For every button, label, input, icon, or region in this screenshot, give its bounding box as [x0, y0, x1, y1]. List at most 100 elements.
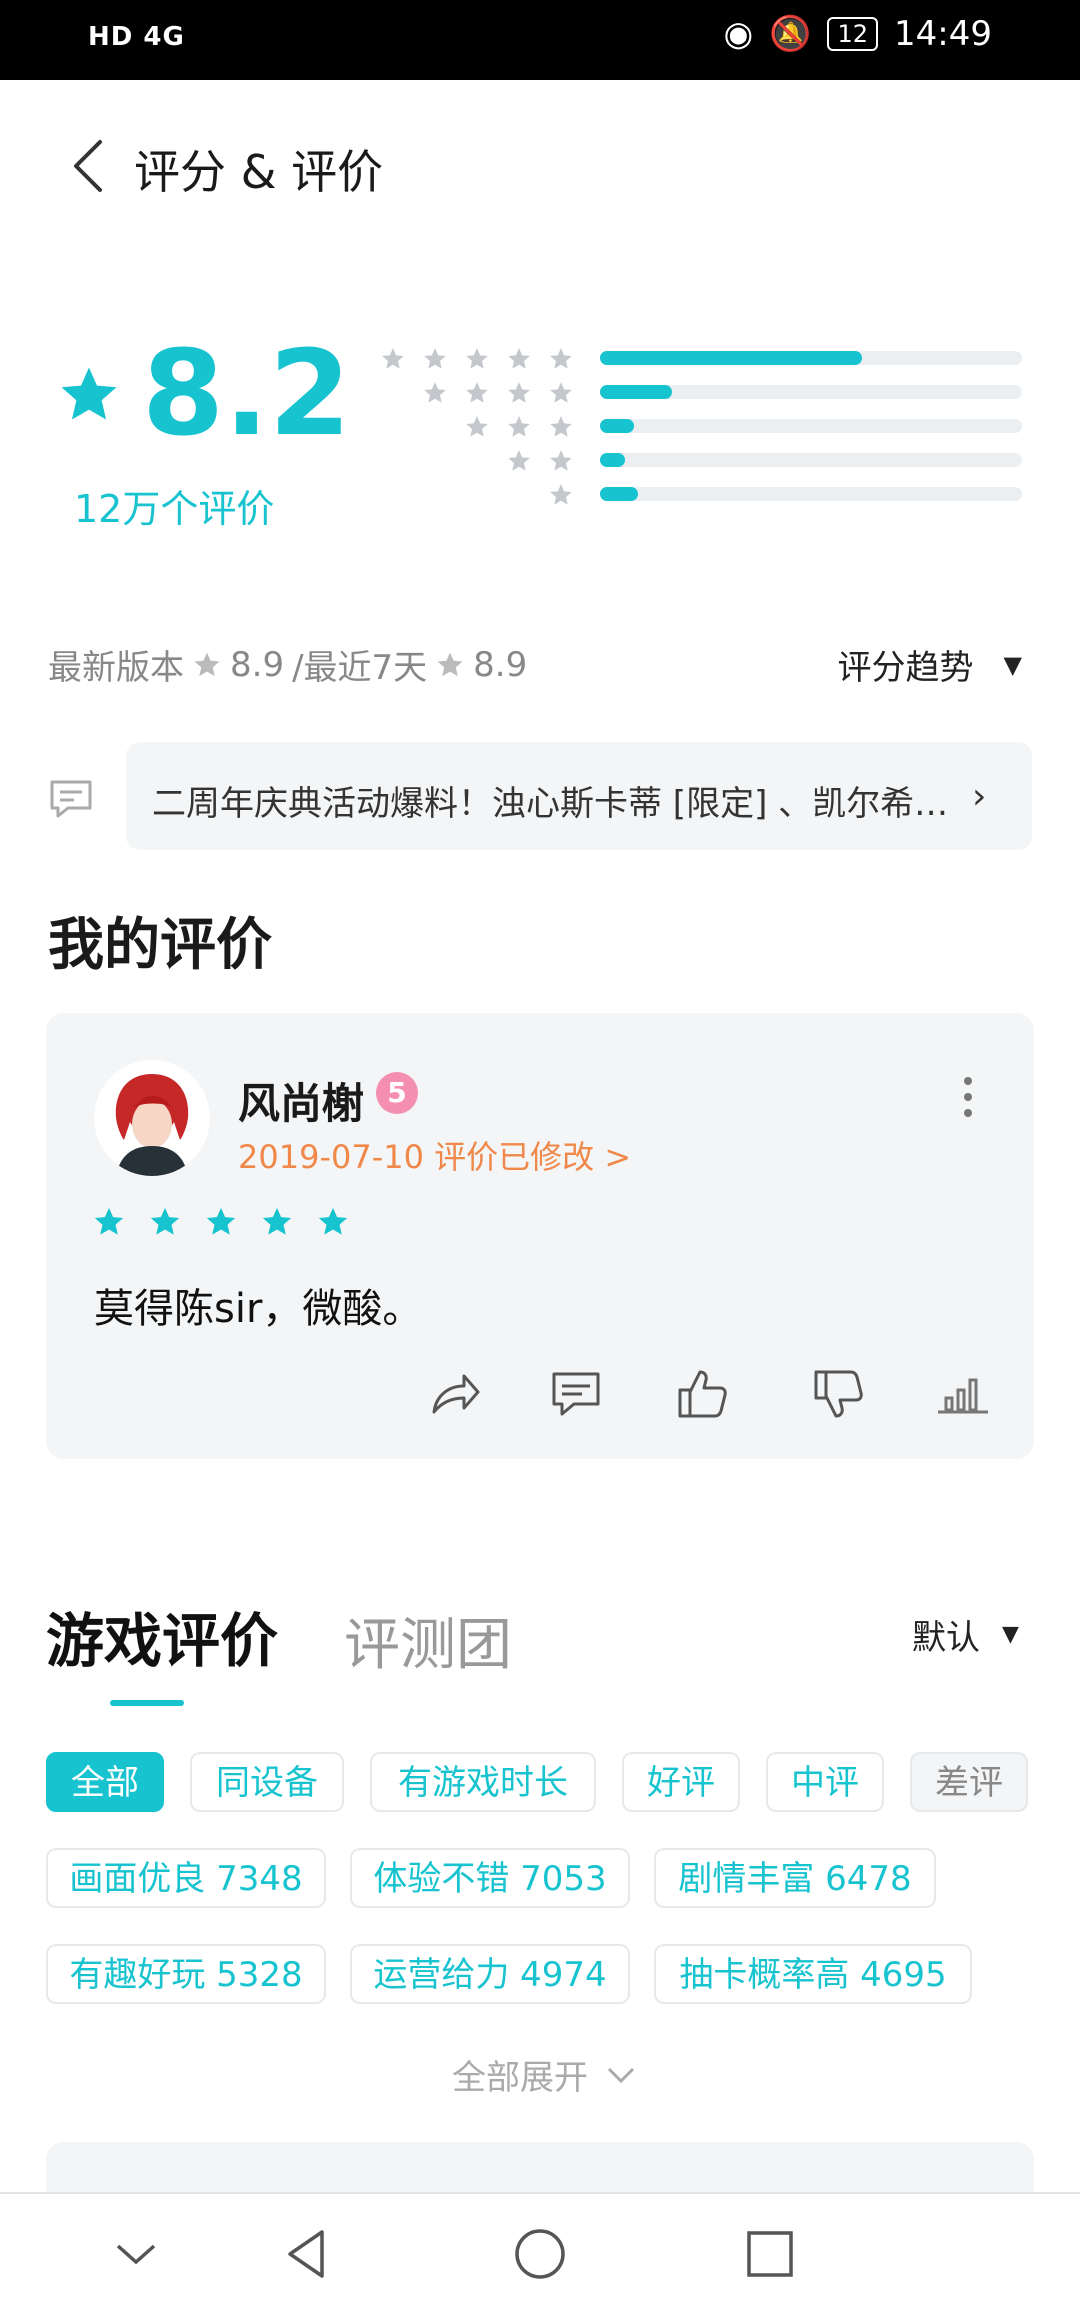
recent-label: /最近7天 — [292, 648, 428, 688]
review-content: 莫得陈sir，微酸。 — [94, 1286, 423, 1332]
star-icon — [382, 348, 404, 369]
star-icon — [466, 416, 488, 437]
star-icon — [318, 1207, 348, 1235]
filter-chip[interactable]: 同设备 — [190, 1752, 344, 1812]
distribution-bar — [600, 385, 1022, 399]
tag-chip[interactable]: 体验不错 7053 — [350, 1848, 630, 1908]
nav-back-icon[interactable] — [280, 2226, 336, 2282]
star-icon — [150, 1207, 180, 1235]
star-icon — [262, 1207, 292, 1235]
status-right: ◉ 🔕 12 14:49 — [723, 14, 992, 54]
rating-distribution-row — [382, 414, 1022, 438]
star-icon — [194, 652, 220, 676]
dropdown-triangle-icon: ▼ — [1003, 650, 1022, 679]
level-badge: 5 — [376, 1072, 418, 1114]
star-icon — [550, 348, 572, 369]
latest-version-score: 8.9 — [230, 644, 285, 685]
distribution-bar — [600, 351, 1022, 365]
clock: 14:49 — [894, 14, 992, 54]
battery-indicator: 12 — [827, 17, 879, 51]
rating-count: 12万个评价 — [74, 487, 275, 531]
dropdown-triangle-icon: ▼ — [1002, 1622, 1019, 1647]
chevron-down-icon — [607, 2067, 635, 2083]
distribution-bar — [600, 419, 1022, 433]
tab-review-team[interactable]: 评测团 — [344, 1600, 512, 1681]
distribution-bar-fill — [600, 453, 626, 467]
comment-icon[interactable] — [546, 1364, 606, 1424]
rating-trend-button[interactable]: 评分趋势 ▼ — [838, 640, 1022, 689]
star-icon — [61, 367, 117, 420]
filter-chip[interactable]: 好评 — [622, 1752, 740, 1812]
star-icon — [466, 382, 488, 403]
tag-chip[interactable]: 有趣好玩 5328 — [46, 1944, 326, 2004]
username[interactable]: 风尚榭 — [238, 1070, 364, 1131]
page-title: 评分 & 评价 — [134, 145, 384, 199]
rating-score: 8.2 — [142, 324, 352, 462]
distribution-stars — [548, 482, 574, 508]
latest-version-label: 最新版本 — [48, 648, 184, 688]
more-vertical-icon[interactable] — [960, 1075, 976, 1119]
filter-chip[interactable]: 中评 — [766, 1752, 884, 1812]
mute-icon: 🔕 — [769, 14, 812, 54]
announcement-text: 二周年庆典活动爆料！浊心斯卡蒂 [限定] 、凯尔希… — [152, 784, 949, 824]
stats-icon[interactable] — [934, 1364, 994, 1424]
avatar[interactable] — [94, 1060, 210, 1176]
eye-icon: ◉ — [723, 14, 754, 54]
network-indicator: HD 4G — [88, 22, 185, 52]
star-icon — [508, 348, 530, 369]
distribution-stars — [422, 380, 574, 406]
star-icon — [550, 450, 572, 471]
rating-distribution-row — [382, 482, 1022, 506]
version-rating: 最新版本 8.9 /最近7天 8.9 — [48, 640, 527, 689]
star-icon — [550, 382, 572, 403]
star-icon — [424, 382, 446, 403]
thumbs-down-icon[interactable] — [808, 1364, 868, 1424]
sort-label: 默认 — [912, 1618, 980, 1658]
star-icon — [466, 348, 488, 369]
status-bar: HD 4G ◉ 🔕 12 14:49 — [0, 0, 1080, 80]
tag-chip[interactable]: 画面优良 7348 — [46, 1848, 326, 1908]
distribution-stars — [506, 448, 574, 474]
my-review-heading: 我的评价 — [48, 913, 272, 978]
sort-dropdown[interactable]: 默认 ▼ — [912, 1610, 1019, 1659]
tag-chip[interactable]: 抽卡概率高 4695 — [654, 1944, 972, 2004]
distribution-bar-fill — [600, 385, 672, 399]
tag-chip[interactable]: 运营给力 4974 — [350, 1944, 630, 2004]
distribution-bar-fill — [600, 351, 862, 365]
expand-all-button[interactable]: 全部展开 — [452, 2050, 636, 2099]
tag-chip[interactable]: 剧情丰富 6478 — [654, 1848, 936, 1908]
rating-distribution-row — [382, 448, 1022, 472]
thumbs-up-icon[interactable] — [672, 1364, 732, 1424]
filter-chip[interactable]: 差评 — [910, 1752, 1028, 1812]
star-icon — [508, 450, 530, 471]
my-review-stars — [92, 1205, 350, 1239]
expand-all-label: 全部展开 — [452, 2058, 588, 2098]
star-icon — [424, 348, 446, 369]
distribution-stars — [464, 414, 574, 440]
rating-distribution-row — [382, 380, 1022, 404]
distribution-bar-fill — [600, 487, 638, 501]
review-date[interactable]: 2019-07-10 评价已修改 > — [238, 1132, 631, 1178]
star-icon — [206, 1207, 236, 1235]
chevron-down-icon[interactable] — [108, 2226, 164, 2282]
tab-game-reviews[interactable]: 游戏评价 — [46, 1594, 278, 1678]
distribution-bar — [600, 487, 1022, 501]
star-icon — [508, 382, 530, 403]
nav-recents-icon[interactable] — [742, 2226, 798, 2282]
distribution-bar-fill — [600, 419, 634, 433]
filter-chip[interactable]: 有游戏时长 — [370, 1752, 596, 1812]
filter-chip[interactable]: 全部 — [46, 1752, 164, 1812]
share-icon[interactable] — [424, 1364, 484, 1424]
back-arrow-icon[interactable] — [68, 138, 108, 194]
nav-home-icon[interactable] — [512, 2226, 568, 2282]
star-icon — [94, 1207, 124, 1235]
star-icon — [550, 484, 572, 505]
rating-distribution-row — [382, 346, 1022, 370]
star-icon — [508, 416, 530, 437]
rating-trend-label: 评分趋势 — [837, 648, 974, 688]
distribution-stars — [380, 346, 574, 372]
tab-indicator — [110, 1700, 184, 1706]
star-icon — [550, 416, 572, 437]
recent-score: 8.9 — [473, 644, 528, 685]
message-icon — [50, 780, 92, 818]
